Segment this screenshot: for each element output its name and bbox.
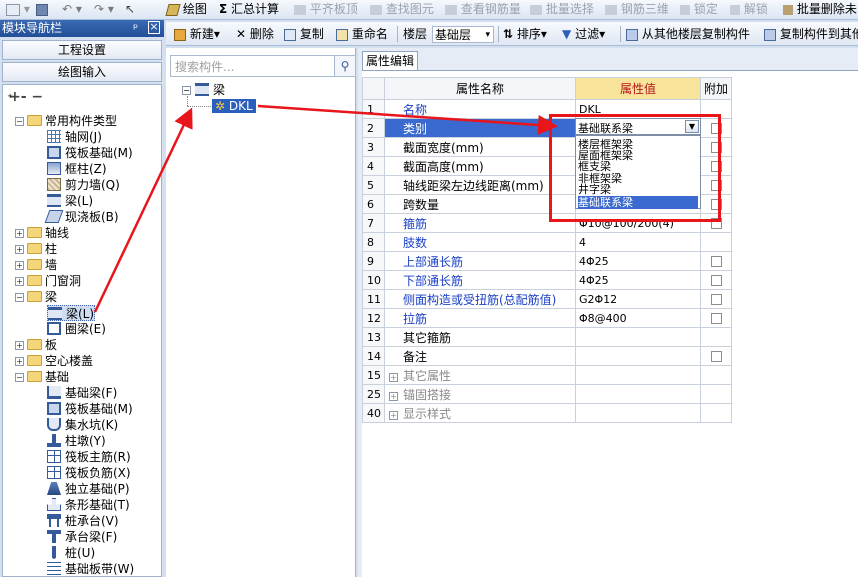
arrow-to-category	[257, 104, 558, 135]
annotation-arrows	[93, 104, 558, 313]
arrow-to-dkl	[93, 107, 193, 313]
